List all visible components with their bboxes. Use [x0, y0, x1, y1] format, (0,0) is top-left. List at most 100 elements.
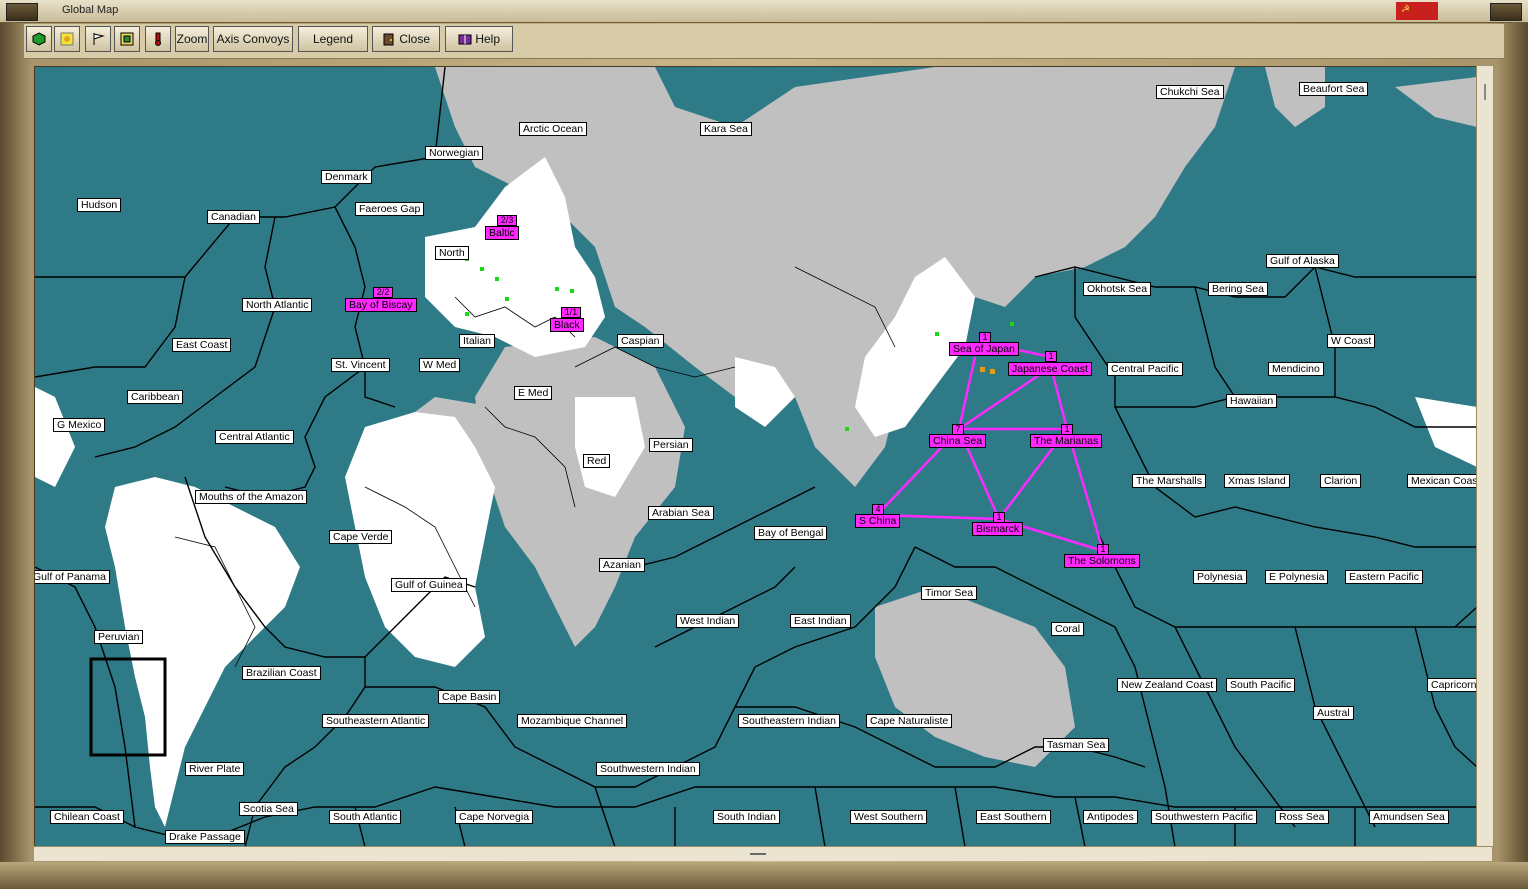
sea-zone-label[interactable]: Xmas Island	[1224, 474, 1290, 488]
sea-zone-label[interactable]: Peruvian	[94, 630, 144, 644]
sea-zone-label[interactable]: Mexican Coast	[1407, 474, 1477, 488]
flag-filter-button[interactable]	[85, 26, 111, 52]
sea-zone-label[interactable]: Chilean Coast	[50, 810, 124, 824]
sea-zone-label[interactable]: Tasman Sea	[1043, 738, 1110, 752]
horizontal-scrollbar[interactable]	[34, 846, 1492, 861]
sea-zone-label[interactable]: Southeastern Indian	[738, 714, 840, 728]
sea-zone-label[interactable]: Okhotsk Sea	[1083, 282, 1152, 296]
sea-zone-label[interactable]: Central Pacific	[1107, 362, 1183, 376]
convoy-zone-label[interactable]: China Sea	[929, 434, 987, 448]
sea-zone-label[interactable]: Cape Norvegia	[455, 810, 534, 824]
sea-zone-label[interactable]: Ross Sea	[1275, 810, 1329, 824]
sea-zone-label[interactable]: West Southern	[850, 810, 928, 824]
sea-zone-label[interactable]: Coral	[1051, 622, 1085, 636]
sea-zone-label[interactable]: G Mexico	[53, 418, 106, 432]
sea-zone-label[interactable]: Cape Naturaliste	[866, 714, 953, 728]
sea-zone-label[interactable]: Timor Sea	[921, 586, 978, 600]
grid-filter-button[interactable]	[114, 26, 140, 52]
legend-button[interactable]: Legend	[298, 26, 368, 52]
global-map[interactable]: Chukchi Sea Beaufort Sea Arctic Ocean Ka…	[34, 66, 1478, 848]
sea-zone-label[interactable]: E Polynesia	[1265, 570, 1329, 584]
sea-zone-label[interactable]: The Marshalls	[1132, 474, 1206, 488]
sea-zone-label[interactable]: W Med	[419, 358, 461, 372]
convoy-zone-label[interactable]: Bismarck	[972, 522, 1024, 536]
sea-zone-label[interactable]: Brazilian Coast	[242, 666, 321, 680]
sea-zone-label[interactable]: Arctic Ocean	[519, 122, 588, 136]
sea-zone-label[interactable]: Canadian	[207, 210, 260, 224]
sea-zone-label[interactable]: South Atlantic	[329, 810, 402, 824]
sea-zone-label[interactable]: Clarion	[1320, 474, 1362, 488]
sea-zone-label[interactable]: Faeroes Gap	[355, 202, 425, 216]
help-button[interactable]: Help	[445, 26, 513, 52]
title-bar[interactable]: Global Map ☭	[0, 0, 1528, 23]
sea-zone-label[interactable]: Austral	[1313, 706, 1354, 720]
axis-convoys-button[interactable]: Axis Convoys	[213, 26, 293, 52]
sea-zone-label[interactable]: Southeastern Atlantic	[322, 714, 430, 728]
sea-zone-label[interactable]: Polynesia	[1193, 570, 1247, 584]
sea-zone-label[interactable]: Hawaiian	[1226, 394, 1278, 408]
sea-zone-label[interactable]: New Zealand Coast	[1117, 678, 1218, 692]
sea-zone-label[interactable]: Norwegian	[425, 146, 484, 160]
sea-zone-label[interactable]: E Med	[514, 386, 553, 400]
sea-zone-label[interactable]: Drake Passage	[165, 830, 245, 844]
window-close-button[interactable]	[1490, 3, 1522, 21]
sea-zone-label[interactable]: North Atlantic	[242, 298, 313, 312]
sea-zone-label[interactable]: St. Vincent	[331, 358, 390, 372]
sea-zone-label[interactable]: East Indian	[790, 614, 851, 628]
sea-zone-label[interactable]: Antipodes	[1083, 810, 1138, 824]
convoy-zone-label[interactable]: Bay of Biscay	[345, 298, 417, 312]
sea-zone-label[interactable]: Mouths of the Amazon	[195, 490, 308, 504]
thermometer-filter-button[interactable]	[145, 26, 171, 52]
sea-zone-label[interactable]: West Indian	[676, 614, 740, 628]
convoy-zone-label[interactable]: The Marianas	[1030, 434, 1103, 448]
sea-zone-label[interactable]: Gulf of Alaska	[1266, 254, 1339, 268]
sea-zone-label[interactable]: Azanian	[599, 558, 645, 572]
sea-zone-label[interactable]: East Southern	[976, 810, 1051, 824]
sea-zone-label[interactable]: Persian	[649, 438, 693, 452]
minimize-button[interactable]	[6, 3, 38, 21]
sea-zone-label[interactable]: Capricorn	[1427, 678, 1477, 692]
sea-zone-label[interactable]: Beaufort Sea	[1299, 82, 1369, 96]
units-filter-button[interactable]	[26, 26, 52, 52]
sea-zone-label[interactable]: Eastern Pacific	[1345, 570, 1424, 584]
sea-zone-label[interactable]: Bay of Bengal	[754, 526, 828, 540]
zoom-button[interactable]: Zoom	[175, 26, 209, 52]
sea-zone-label[interactable]: Kara Sea	[700, 122, 752, 136]
convoy-zone-label[interactable]: Sea of Japan	[949, 342, 1019, 356]
sea-zone-label[interactable]: South Pacific	[1226, 678, 1296, 692]
sea-zone-label[interactable]: Italian	[459, 334, 496, 348]
sea-zone-label[interactable]: Southwestern Indian	[596, 762, 700, 776]
sea-zone-label[interactable]: Chukchi Sea	[1156, 85, 1224, 99]
sea-zone-label[interactable]: North	[435, 246, 469, 260]
convoy-zone-label[interactable]: S China	[855, 514, 901, 528]
sea-zone-label[interactable]: Gulf of Panama	[35, 570, 110, 584]
sea-zone-label[interactable]: Southwestern Pacific	[1151, 810, 1258, 824]
sea-zone-label[interactable]: Denmark	[321, 170, 372, 184]
sea-zone-label[interactable]: Hudson	[77, 198, 122, 212]
convoy-zone-label[interactable]: Japanese Coast	[1008, 362, 1092, 376]
sea-zone-label[interactable]: Cape Verde	[329, 530, 393, 544]
sea-zone-label[interactable]: South Indian	[713, 810, 780, 824]
sea-zone-label[interactable]: Mendicino	[1268, 362, 1324, 376]
horizontal-scroll-thumb[interactable]	[750, 853, 766, 855]
sea-zone-label[interactable]: East Coast	[172, 338, 232, 352]
vertical-scrollbar[interactable]	[1476, 66, 1493, 846]
vertical-scroll-thumb[interactable]	[1484, 84, 1486, 100]
sea-zone-label[interactable]: Scotia Sea	[239, 802, 298, 816]
sea-zone-label[interactable]: Red	[583, 454, 611, 468]
convoy-zone-label[interactable]: The Solomons	[1064, 554, 1140, 568]
sea-zone-label[interactable]: Arabian Sea	[648, 506, 714, 520]
sea-zone-label[interactable]: Central Atlantic	[215, 430, 294, 444]
convoy-zone-label[interactable]: Baltic	[485, 226, 519, 240]
close-button[interactable]: Close	[372, 26, 440, 52]
sea-zone-label[interactable]: W Coast	[1327, 334, 1376, 348]
sea-zone-label[interactable]: River Plate	[185, 762, 245, 776]
sea-zone-label[interactable]: Caspian	[617, 334, 664, 348]
sea-zone-label[interactable]: Gulf of Guinea	[391, 578, 467, 592]
convoy-zone-label[interactable]: Black	[550, 318, 584, 332]
sea-zone-label[interactable]: Caribbean	[127, 390, 184, 404]
sea-zone-label[interactable]: Cape Basin	[438, 690, 501, 704]
sea-zone-label[interactable]: Mozambique Channel	[517, 714, 628, 728]
sea-zone-label[interactable]: Bering Sea	[1208, 282, 1268, 296]
sea-zone-label[interactable]: Amundsen Sea	[1369, 810, 1449, 824]
